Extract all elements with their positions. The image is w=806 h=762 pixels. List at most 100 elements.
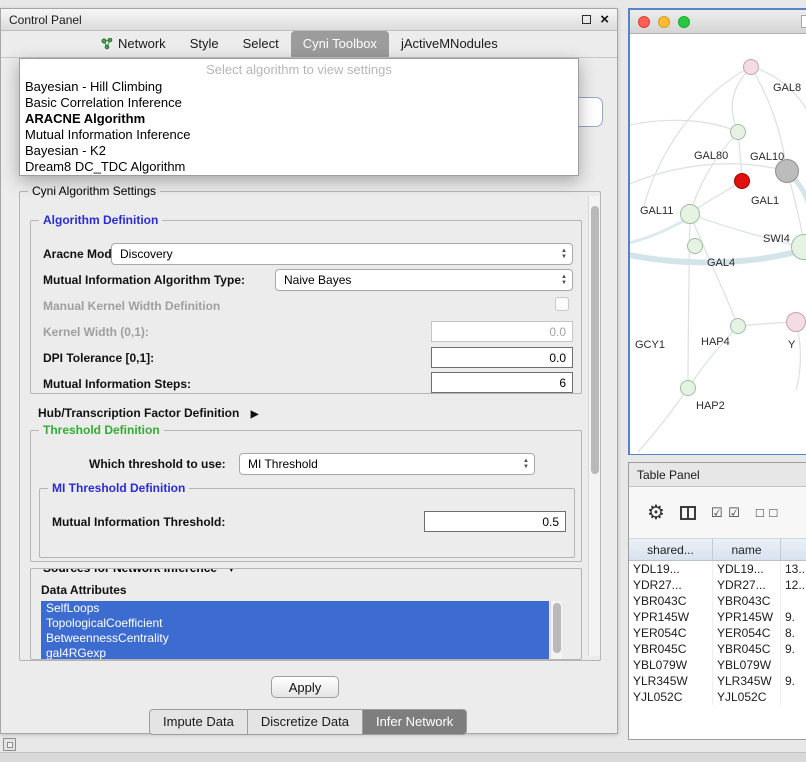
node-label: SWI4 bbox=[763, 233, 790, 245]
manual-kernel-checkbox[interactable] bbox=[555, 297, 569, 311]
cell-shared: YJL052C bbox=[629, 689, 713, 705]
mi-threshold-group: MI Threshold Definition Mutual Informati… bbox=[39, 488, 575, 558]
tab-jactivemnodules[interactable]: jActiveMNodules bbox=[389, 31, 510, 57]
algorithm-option[interactable]: Bayesian - Hill Climbing bbox=[20, 79, 578, 95]
cell-shared: YDL19... bbox=[629, 561, 713, 577]
network-window-titlebar[interactable] bbox=[630, 10, 806, 34]
tab-select[interactable]: Select bbox=[231, 31, 291, 57]
tab-style[interactable]: Style bbox=[178, 31, 231, 57]
tab-discretize-data[interactable]: Discretize Data bbox=[247, 709, 363, 735]
cell-name: YBL079W bbox=[713, 657, 781, 673]
cell-extra: 13... bbox=[781, 561, 806, 577]
apply-button[interactable]: Apply bbox=[271, 676, 339, 698]
window-restore-icon[interactable] bbox=[582, 15, 591, 24]
control-panel-tabbar: Network Style Select Cyni Toolbox jActiv… bbox=[1, 31, 617, 58]
canvas-corner-widget[interactable] bbox=[801, 15, 806, 28]
algorithm-option[interactable]: Basic Correlation Inference bbox=[20, 95, 578, 111]
mi-type-select[interactable]: Naive Bayes ▲▼ bbox=[275, 269, 573, 291]
node-label: GAL10 bbox=[750, 151, 784, 163]
table-panel-titlebar[interactable]: Table Panel bbox=[629, 463, 806, 487]
network-canvas[interactable]: GAL8 GAL80 GAL10 GAL11 GAL1 SWI4 GAL4 GC… bbox=[630, 34, 806, 454]
network-node-gal8[interactable] bbox=[743, 59, 759, 75]
mi-threshold-label: Mutual Information Threshold: bbox=[52, 515, 225, 529]
gear-icon[interactable]: ⚙ bbox=[647, 503, 665, 523]
table-row[interactable]: YBR043C YBR043C bbox=[629, 593, 806, 609]
attribute-item-selected[interactable]: BetweennessCentrality bbox=[41, 631, 549, 646]
algorithm-option[interactable]: Bayesian - K2 bbox=[20, 143, 578, 159]
table-row[interactable]: YLR345W YLR345W 9. bbox=[629, 673, 806, 689]
aracne-mode-select[interactable]: Discovery ▲▼ bbox=[111, 243, 573, 265]
table-row[interactable]: YDL19... YDL19... 13... bbox=[629, 561, 806, 577]
window-restore-corner-icon[interactable] bbox=[3, 738, 16, 751]
cell-shared: YBL079W bbox=[629, 657, 713, 673]
unchecked-boxes-icon[interactable]: □ □ bbox=[756, 505, 778, 520]
algorithm-definition-group: Algorithm Definition Aracne Mode: Discov… bbox=[30, 220, 582, 394]
network-node-gal80[interactable] bbox=[730, 124, 746, 140]
algorithm-option[interactable]: Mutual Information Inference bbox=[20, 127, 578, 143]
mac-close-icon[interactable] bbox=[638, 16, 650, 28]
attributes-scrollbar[interactable] bbox=[550, 601, 562, 660]
table-row[interactable]: YPR145W YPR145W 9. bbox=[629, 609, 806, 625]
node-label: GAL1 bbox=[751, 195, 779, 207]
table-row[interactable]: YBL079W YBL079W bbox=[629, 657, 806, 673]
mac-zoom-icon[interactable] bbox=[678, 16, 690, 28]
window-close-icon[interactable]: × bbox=[600, 12, 609, 27]
cell-name: YDR27... bbox=[713, 577, 781, 593]
columns-icon[interactable] bbox=[680, 506, 696, 520]
network-node-gal1[interactable] bbox=[734, 173, 750, 189]
table-toolbar: ⚙ ☑ ☑ □ □ bbox=[629, 487, 806, 539]
cell-extra bbox=[781, 657, 806, 673]
attribute-item-selected[interactable]: TopologicalCoefficient bbox=[41, 616, 549, 631]
mi-steps-field[interactable]: 6 bbox=[431, 372, 573, 393]
settings-scrollbar-thumb[interactable] bbox=[591, 206, 599, 474]
which-threshold-select[interactable]: MI Threshold ▲▼ bbox=[239, 453, 535, 475]
tab-impute-data[interactable]: Impute Data bbox=[149, 709, 248, 735]
table-row[interactable]: YBR045C YBR045C 9. bbox=[629, 641, 806, 657]
tab-network[interactable]: Network bbox=[89, 31, 178, 57]
algorithm-option[interactable]: Dream8 DC_TDC Algorithm bbox=[20, 159, 578, 175]
cell-name: YBR043C bbox=[713, 593, 781, 609]
data-attributes-list[interactable]: SelfLoops TopologicalCoefficient Between… bbox=[41, 601, 549, 660]
chevron-updown-icon: ▲▼ bbox=[561, 274, 567, 287]
sources-toggle[interactable]: Sources for Network Inference ▼ bbox=[39, 568, 240, 575]
column-header-shared[interactable]: shared... bbox=[629, 539, 713, 560]
cell-extra bbox=[781, 593, 806, 609]
column-header-extra[interactable] bbox=[781, 539, 806, 560]
tab-cyni-toolbox[interactable]: Cyni Toolbox bbox=[291, 31, 389, 57]
cell-extra: 12... bbox=[781, 577, 806, 593]
algorithm-definition-title: Algorithm Definition bbox=[39, 213, 162, 227]
kernel-width-field[interactable]: 0.0 bbox=[431, 321, 573, 342]
attribute-item-selected[interactable]: gal4RGexp bbox=[41, 646, 549, 660]
bottom-bar bbox=[0, 752, 806, 762]
table-row[interactable]: YER054C YER054C 8. bbox=[629, 625, 806, 641]
network-node-hap2[interactable] bbox=[680, 380, 696, 396]
hub-definition-label: Hub/Transcription Factor Definition bbox=[38, 406, 239, 420]
network-node-y[interactable] bbox=[786, 312, 806, 332]
attributes-scrollbar-thumb[interactable] bbox=[553, 603, 561, 653]
network-node-hap4[interactable] bbox=[730, 318, 746, 334]
settings-scrollbar[interactable] bbox=[588, 196, 600, 656]
checked-boxes-icon[interactable]: ☑ ☑ bbox=[711, 505, 741, 521]
tab-infer-network[interactable]: Infer Network bbox=[362, 709, 467, 735]
node-label: GAL11 bbox=[640, 205, 673, 217]
table-row[interactable]: YJL052C YJL052C bbox=[629, 689, 806, 705]
mi-steps-label: Mutual Information Steps: bbox=[43, 377, 191, 391]
network-node-gal4[interactable] bbox=[687, 238, 703, 254]
cell-name: YER054C bbox=[713, 625, 781, 641]
chevron-right-icon: ▶ bbox=[251, 409, 259, 420]
tab-style-label: Style bbox=[190, 36, 219, 51]
network-node-gal11[interactable] bbox=[680, 204, 700, 224]
cell-extra bbox=[781, 689, 806, 705]
mac-minimize-icon[interactable] bbox=[658, 16, 670, 28]
hub-definition-toggle[interactable]: Hub/Transcription Factor Definition ▶ bbox=[38, 406, 258, 420]
mi-threshold-field[interactable]: 0.5 bbox=[424, 511, 566, 532]
attribute-item-selected[interactable]: SelfLoops bbox=[41, 601, 549, 616]
table-panel-title: Table Panel bbox=[637, 468, 700, 482]
table-row[interactable]: YDR27... YDR27... 12... bbox=[629, 577, 806, 593]
cell-name: YJL052C bbox=[713, 689, 781, 705]
dpi-tolerance-field[interactable]: 0.0 bbox=[431, 347, 573, 368]
column-header-name[interactable]: name bbox=[713, 539, 781, 560]
algorithm-option-selected[interactable]: ARACNE Algorithm bbox=[20, 111, 578, 127]
threshold-definition-group: Threshold Definition Which threshold to … bbox=[30, 430, 582, 562]
control-panel-titlebar[interactable]: Control Panel × bbox=[1, 9, 617, 31]
